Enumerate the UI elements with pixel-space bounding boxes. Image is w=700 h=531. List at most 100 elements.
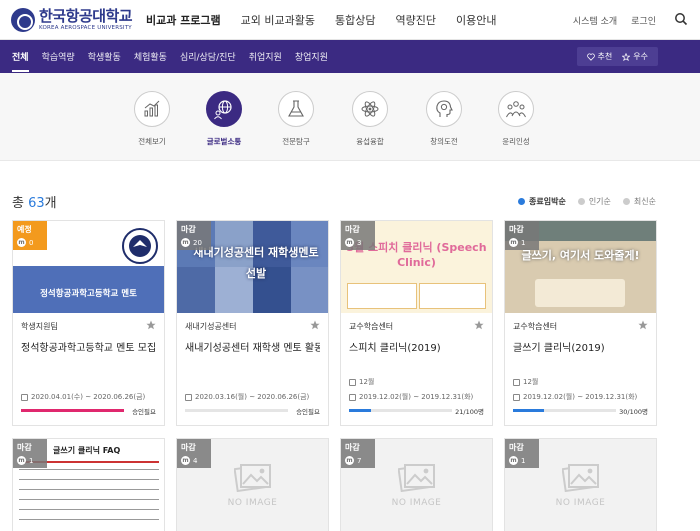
progress-bar <box>21 409 124 412</box>
program-card[interactable]: 정석항공과학고등학교 멘토 예정 m0 학생지원팀 정석항공과학고등학교 멘토 … <box>12 220 165 426</box>
card-status: 승인필요 <box>132 408 156 416</box>
system-intro-link[interactable]: 시스템 소개 <box>573 14 617 27</box>
competency-category-strip: 전체보기 글로벌소통 전문탐구 융섭융합 창의도전 윤리인성 <box>0 73 700 161</box>
tab-experience[interactable]: 체험활동 <box>134 50 167 63</box>
member-icon: m <box>509 456 518 465</box>
card-title[interactable]: 새내기성공센터 재학생 멘토 활동 <box>185 339 320 354</box>
tab-student-activity[interactable]: 학생활동 <box>88 50 121 63</box>
category-creative-challenge[interactable]: 창의도전 <box>414 91 474 147</box>
nav-competency-diagnosis[interactable]: 역량진단 <box>396 12 436 28</box>
star-favorite-icon[interactable] <box>474 320 484 330</box>
program-thumbnail: NO IMAGE 마감 m4 <box>177 439 328 531</box>
recommend-label: 추천 <box>597 52 613 61</box>
progress-bar <box>349 409 452 412</box>
tab-employment[interactable]: 취업지원 <box>249 50 282 63</box>
program-card[interactable]: NO IMAGE 마감 m1 <box>504 438 657 531</box>
search-icon[interactable] <box>674 12 688 26</box>
calendar-icon <box>513 393 520 401</box>
program-card[interactable]: NO IMAGE 마감 m7 <box>340 438 493 531</box>
card-month: 12월 <box>523 378 539 386</box>
card-department: 새내기성공센터 <box>185 322 237 331</box>
card-month: 12월 <box>359 378 375 386</box>
university-emblem-icon <box>11 8 35 32</box>
tab-counseling[interactable]: 심리/상담/진단 <box>180 50 236 63</box>
category-label: 전문탐구 <box>282 137 310 146</box>
radio-dot-icon <box>518 198 525 205</box>
program-thumbnail: 글쓰기 클리닉 FAQ 마감 m1 <box>13 439 164 531</box>
card-status: 30/100명 <box>619 408 648 416</box>
tab-learning[interactable]: 학습역량 <box>42 50 75 63</box>
star-outline-icon <box>622 52 631 61</box>
category-label: 글로벌소통 <box>206 137 242 146</box>
flask-icon <box>288 100 304 117</box>
card-period: 2019.12.02(월) ~ 2019.12.31(화) <box>523 393 638 401</box>
status-badge: 마감 m4 <box>177 439 211 468</box>
calendar-icon <box>21 393 28 401</box>
category-label: 윤리인성 <box>502 137 530 146</box>
card-title[interactable]: 정석항공과학고등학교 멘토 모집 <box>21 339 156 354</box>
star-favorite-icon[interactable] <box>638 320 648 330</box>
schedule-icon <box>513 378 520 386</box>
university-logo[interactable]: 한국항공대학교 KOREA AEROSPACE UNIVERSITY <box>11 8 133 32</box>
member-icon: m <box>345 238 354 247</box>
category-all[interactable]: 전체보기 <box>122 91 182 147</box>
nav-extracurricular-program[interactable]: 비교과 프로그램 <box>146 12 221 28</box>
login-link[interactable]: 로그인 <box>631 14 656 27</box>
card-title[interactable]: 글쓰기 클리닉(2019) <box>513 339 648 354</box>
heart-icon <box>586 52 595 61</box>
logo-english-name: KOREA AEROSPACE UNIVERSITY <box>39 24 132 31</box>
no-image-placeholder-icon <box>561 463 599 492</box>
nav-counseling[interactable]: 통합상담 <box>335 12 375 28</box>
main-nav: 비교과 프로그램 교외 비교과활동 통합상담 역량진단 이용안내 <box>146 12 496 28</box>
member-icon: m <box>17 456 26 465</box>
thumbnail-caption: 글쓰기 클리닉 FAQ <box>53 446 121 455</box>
card-title[interactable]: 스피치 클리닉(2019) <box>349 339 484 354</box>
card-status: 21/100명 <box>455 408 484 416</box>
category-label: 전체보기 <box>138 137 166 146</box>
sort-latest[interactable]: 최신순 <box>622 196 656 207</box>
nav-usage-guide[interactable]: 이용안내 <box>456 12 496 28</box>
star-favorite-icon[interactable] <box>146 320 156 330</box>
utility-menu: 시스템 소개 로그인 <box>573 14 656 27</box>
radio-dot-icon <box>622 198 630 205</box>
category-professional-inquiry[interactable]: 전문탐구 <box>266 91 326 147</box>
excellent-filter[interactable]: 우수 <box>622 51 648 62</box>
program-card[interactable]: 글쓰기 클리닉 FAQ 마감 m1 <box>12 438 165 531</box>
tab-startup[interactable]: 창업지원 <box>295 50 328 63</box>
people-group-icon <box>506 101 526 118</box>
no-image-label: NO IMAGE <box>227 498 278 508</box>
globe-people-icon <box>214 100 232 120</box>
progress-bar <box>513 409 616 412</box>
head-brain-icon <box>436 100 453 117</box>
site-header: 한국항공대학교 KOREA AEROSPACE UNIVERSITY 비교과 프… <box>0 0 700 40</box>
no-image-label: NO IMAGE <box>391 498 442 508</box>
recommend-filter-box: 추천 우수 <box>576 47 658 66</box>
program-card[interactable]: 새내기성공센터 재학생멘토선발 마감 m 20 새내기성공센터 새내기성공센터 재… <box>176 220 329 426</box>
tab-all[interactable]: 전체 <box>12 50 29 72</box>
member-icon: m <box>181 456 190 465</box>
program-card[interactable]: 글쓰기, 여기서 도와줄게! 마감 m1 교수학습센터 글쓰기 클리닉(2019… <box>504 220 657 426</box>
calendar-icon <box>185 393 192 401</box>
program-thumbnail: 글쓰기, 여기서 도와줄게! 마감 m1 <box>505 221 656 313</box>
program-card[interactable]: 3월 스피치 클리닉 (Speech Clinic) 마감 m3 교수학습센터 … <box>340 220 493 426</box>
sort-options: 종료임박순 인기순 최신순 <box>518 196 656 207</box>
recommend-filter[interactable]: 추천 <box>586 51 613 62</box>
program-thumbnail: 정석항공과학고등학교 멘토 예정 m0 <box>13 221 164 313</box>
nav-external-activities[interactable]: 교외 비교과활동 <box>241 12 315 28</box>
category-label: 융섭융합 <box>356 137 384 146</box>
category-convergence[interactable]: 융섭융합 <box>340 91 400 147</box>
category-tab-bar: 전체 학습역량 학생활동 체험활동 심리/상담/진단 취업지원 창업지원 추천 … <box>0 40 700 73</box>
program-card[interactable]: NO IMAGE 마감 m4 <box>176 438 329 531</box>
category-label: 창의도전 <box>430 137 458 146</box>
no-image-label: NO IMAGE <box>555 498 606 508</box>
radio-dot-icon <box>577 198 585 205</box>
category-ethics[interactable]: 윤리인성 <box>486 91 546 147</box>
sort-closing-soon[interactable]: 종료임박순 <box>518 196 566 207</box>
program-thumbnail: 새내기성공센터 재학생멘토선발 마감 m 20 <box>177 221 328 313</box>
result-count: 총 63개 <box>12 196 57 211</box>
sort-popular[interactable]: 인기순 <box>577 196 611 207</box>
category-global-communication[interactable]: 글로벌소통 <box>194 91 254 147</box>
status-badge: 마감 m3 <box>341 221 375 250</box>
member-icon: m <box>509 238 518 247</box>
star-favorite-icon[interactable] <box>310 320 320 330</box>
